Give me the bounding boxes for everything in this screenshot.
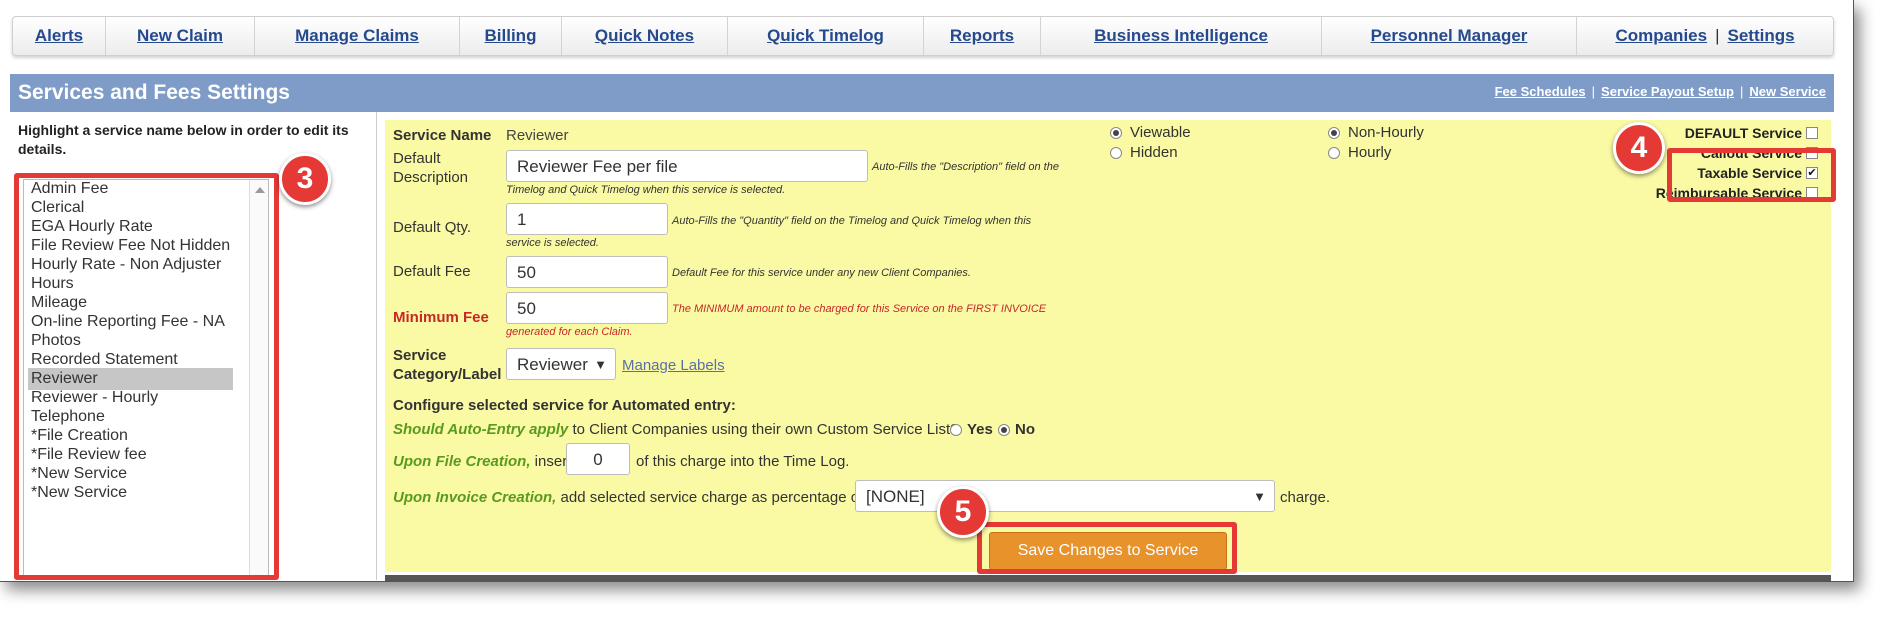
file-creation-rest: of this charge into the Time Log. bbox=[636, 453, 850, 470]
service-payout-setup-link[interactable]: Service Payout Setup bbox=[1601, 84, 1734, 99]
auto-entry-question-text: to Client Companies using their own Cust… bbox=[568, 421, 959, 438]
nav-manage-claims-link[interactable]: Manage Claims bbox=[295, 26, 419, 46]
default-description-note: Auto-Fills the "Description" field on th… bbox=[872, 161, 1059, 173]
step-badge-5: 5 bbox=[937, 486, 989, 538]
default-fee-input[interactable]: 50 bbox=[506, 256, 668, 288]
main-nav: Alerts New Claim Manage Claims Billing Q… bbox=[12, 16, 1834, 56]
nav-billing-link[interactable]: Billing bbox=[485, 26, 537, 46]
nav-separator: | bbox=[1715, 26, 1720, 45]
nav-alerts-link[interactable]: Alerts bbox=[35, 26, 83, 46]
chevron-down-icon: ▼ bbox=[1253, 489, 1266, 504]
panel-bottom-bar bbox=[385, 575, 1831, 581]
auto-entry-question-emphasis: Should Auto-Entry apply bbox=[393, 421, 569, 438]
nav-personnel-manager[interactable]: Personnel Manager bbox=[1322, 17, 1577, 55]
default-qty-label: Default Qty. bbox=[393, 219, 472, 236]
header-separator: | bbox=[1740, 84, 1744, 99]
invoice-creation-text: Upon Invoice Creation, add selected serv… bbox=[393, 489, 863, 506]
step-badge-3: 3 bbox=[279, 153, 331, 205]
minimum-fee-input[interactable]: 50 bbox=[506, 292, 668, 324]
service-category-select[interactable]: Reviewer ▼ bbox=[506, 348, 616, 380]
auto-entry-yes-radio[interactable] bbox=[950, 424, 962, 436]
invoice-creation-tail: charge. bbox=[1280, 489, 1331, 506]
default-fee-note: Default Fee for this service under any n… bbox=[672, 267, 971, 279]
hidden-label: Hidden bbox=[1130, 144, 1178, 161]
auto-entry-no-label: No bbox=[1015, 421, 1035, 438]
nav-quick-timelog[interactable]: Quick Timelog bbox=[728, 17, 924, 55]
default-fee-label: Default Fee bbox=[393, 263, 471, 280]
service-category-label-line2: Category/Label bbox=[393, 366, 502, 383]
nav-business-intelligence-link[interactable]: Business Intelligence bbox=[1094, 26, 1268, 46]
nav-new-claim-link[interactable]: New Claim bbox=[137, 26, 223, 46]
default-qty-note: Auto-Fills the "Quantity" field on the T… bbox=[672, 215, 1032, 227]
nav-personnel-manager-link[interactable]: Personnel Manager bbox=[1371, 26, 1528, 46]
minimum-fee-note: The MINIMUM amount to be charged for thi… bbox=[672, 303, 1047, 315]
header-separator: | bbox=[1591, 84, 1596, 99]
auto-entry-heading: Configure selected service for Automated… bbox=[393, 397, 736, 414]
service-list-hint: Highlight a service name below in order … bbox=[18, 122, 349, 157]
invoice-percentage-value: [NONE] bbox=[866, 487, 925, 506]
nav-new-claim[interactable]: New Claim bbox=[106, 17, 255, 55]
highlight-save-button bbox=[977, 522, 1237, 574]
hidden-radio[interactable] bbox=[1110, 147, 1122, 159]
service-name-label: Service Name bbox=[393, 127, 492, 144]
minimum-fee-note-line2: generated for each Claim. bbox=[506, 326, 633, 338]
auto-entry-yes-label: Yes bbox=[967, 421, 993, 438]
highlight-service-list bbox=[14, 173, 279, 580]
auto-entry-no-radio[interactable] bbox=[998, 424, 1010, 436]
nav-companies-link[interactable]: Companies bbox=[1615, 26, 1707, 46]
default-description-label-line2: Description bbox=[393, 169, 469, 186]
nav-quick-notes-link[interactable]: Quick Notes bbox=[595, 26, 694, 46]
viewable-radio[interactable] bbox=[1110, 127, 1122, 139]
hourly-radio[interactable] bbox=[1328, 147, 1340, 159]
default-description-label: Default bbox=[393, 150, 441, 167]
invoice-creation-rest: add selected service charge as percentag… bbox=[556, 489, 864, 506]
invoice-percentage-select[interactable]: [NONE] ▼ bbox=[855, 480, 1275, 512]
file-creation-quantity-input[interactable]: 0 bbox=[566, 443, 630, 475]
nav-alerts[interactable]: Alerts bbox=[13, 17, 106, 55]
service-category-label: Service bbox=[393, 347, 447, 364]
nav-quick-timelog-link[interactable]: Quick Timelog bbox=[767, 26, 884, 46]
fee-schedules-link[interactable]: Fee Schedules bbox=[1495, 84, 1586, 99]
auto-entry-question: Should Auto-Entry apply to Client Compan… bbox=[393, 421, 958, 438]
nav-companies-settings: Companies | Settings bbox=[1577, 17, 1833, 55]
default-qty-note-line2: service is selected. bbox=[506, 237, 599, 249]
step-badge-4: 4 bbox=[1613, 122, 1665, 174]
manage-labels-link[interactable]: Manage Labels bbox=[622, 357, 725, 374]
highlight-taxable-service bbox=[1667, 148, 1836, 202]
nav-reports[interactable]: Reports bbox=[924, 17, 1041, 55]
invoice-creation-emphasis: Upon Invoice Creation, bbox=[393, 489, 557, 506]
service-category-value: Reviewer bbox=[517, 355, 588, 374]
nav-quick-notes[interactable]: Quick Notes bbox=[562, 17, 728, 55]
default-qty-input[interactable]: 1 bbox=[506, 203, 668, 235]
non-hourly-label: Non-Hourly bbox=[1348, 124, 1424, 141]
header-links: Fee Schedules | Service Payout Setup | New S… bbox=[1495, 84, 1826, 99]
non-hourly-radio[interactable] bbox=[1328, 127, 1340, 139]
nav-manage-claims[interactable]: Manage Claims bbox=[255, 17, 460, 55]
file-creation-text: Upon File Creation, insert bbox=[393, 453, 571, 470]
minimum-fee-label: Minimum Fee bbox=[393, 309, 489, 326]
nav-business-intelligence[interactable]: Business Intelligence bbox=[1041, 17, 1322, 55]
chevron-down-icon: ▼ bbox=[594, 357, 607, 372]
new-service-link[interactable]: New Service bbox=[1749, 84, 1826, 99]
hourly-label: Hourly bbox=[1348, 144, 1392, 161]
page-title: Services and Fees Settings bbox=[18, 81, 290, 104]
nav-billing[interactable]: Billing bbox=[460, 17, 562, 55]
default-service-checkbox[interactable] bbox=[1806, 127, 1818, 139]
default-description-note-line2: Timelog and Quick Timelog when this serv… bbox=[506, 184, 786, 196]
nav-reports-link[interactable]: Reports bbox=[950, 26, 1014, 46]
viewable-label: Viewable bbox=[1130, 124, 1191, 141]
default-description-input[interactable]: Reviewer Fee per file bbox=[506, 150, 868, 182]
nav-settings-link[interactable]: Settings bbox=[1728, 26, 1795, 46]
service-name-value: Reviewer bbox=[506, 127, 569, 144]
file-creation-emphasis: Upon File Creation, bbox=[393, 453, 531, 470]
page-header: Services and Fees Settings Fee Schedules… bbox=[10, 74, 1834, 112]
